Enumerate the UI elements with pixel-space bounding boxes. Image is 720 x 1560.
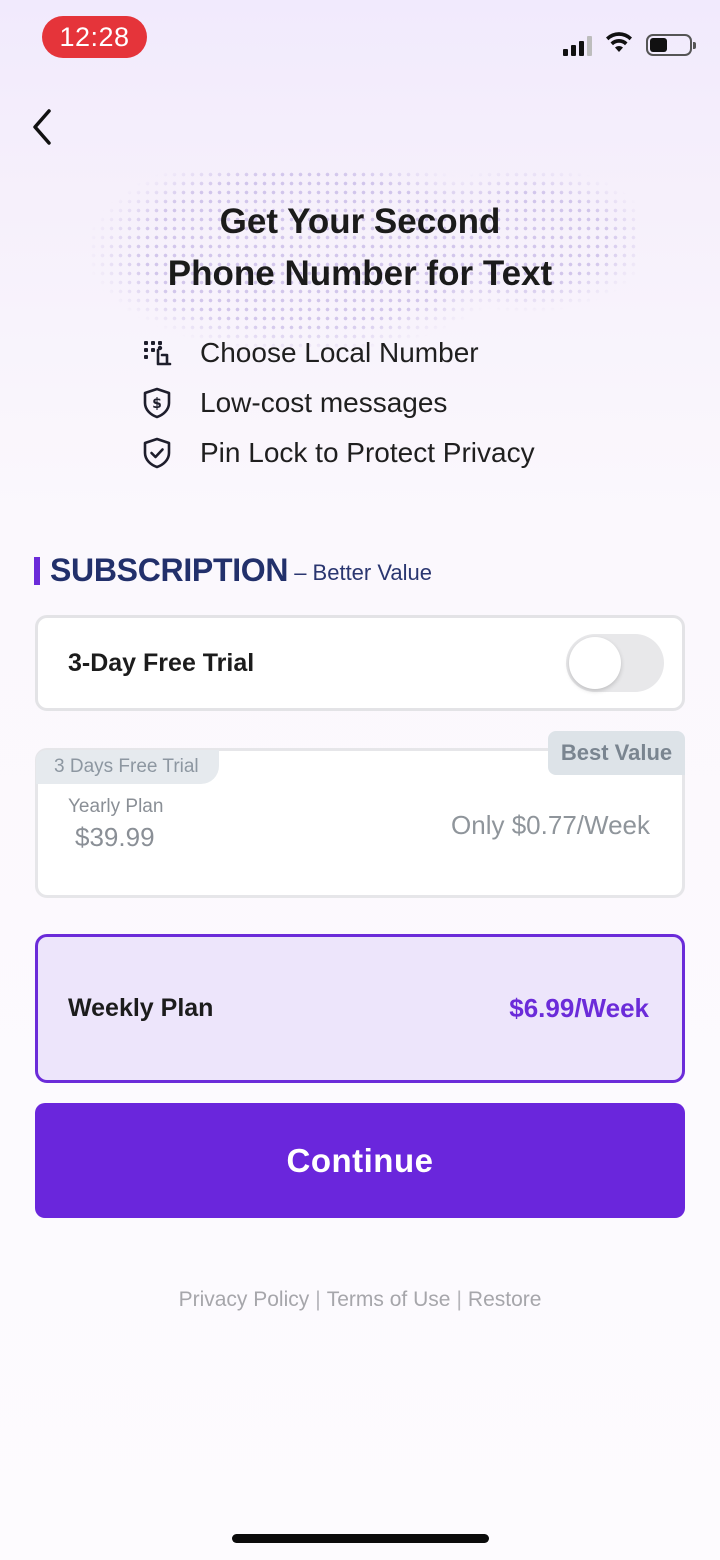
free-trial-toggle[interactable] bbox=[566, 634, 664, 692]
yearly-plan-name: Yearly Plan bbox=[68, 796, 164, 817]
accent-bar bbox=[34, 556, 40, 585]
footer-separator: | bbox=[315, 1288, 321, 1311]
yearly-plan-weekly-price: Only $0.77/Week bbox=[451, 810, 650, 840]
chevron-left-icon bbox=[33, 109, 51, 145]
wifi-icon bbox=[604, 30, 634, 59]
free-trial-tag: 3 Days Free Trial bbox=[36, 750, 219, 784]
footer-links: Privacy Policy | Terms of Use | Restore bbox=[0, 1288, 720, 1312]
subscription-subtitle: – Better Value bbox=[294, 559, 432, 585]
feature-list: Choose Local Number $ Low-cost messages … bbox=[140, 328, 535, 478]
subscription-title: SUBSCRIPTION bbox=[50, 552, 289, 588]
toggle-knob bbox=[569, 637, 621, 689]
weekly-plan-card[interactable]: Weekly Plan $6.99/Week bbox=[35, 934, 685, 1083]
title-line-1: Get Your Second bbox=[219, 202, 501, 241]
shield-check-icon bbox=[140, 436, 174, 470]
dial-pad-icon bbox=[140, 336, 174, 370]
back-button[interactable] bbox=[20, 102, 64, 152]
subscription-heading: SUBSCRIPTION – Better Value bbox=[34, 552, 432, 589]
home-indicator bbox=[232, 1534, 489, 1543]
free-trial-label: 3-Day Free Trial bbox=[68, 648, 255, 677]
terms-of-use-link[interactable]: Terms of Use bbox=[327, 1288, 451, 1311]
free-trial-card: 3-Day Free Trial bbox=[35, 615, 685, 711]
weekly-plan-price: $6.99/Week bbox=[509, 993, 649, 1023]
feature-item: $ Low-cost messages bbox=[140, 378, 535, 428]
status-icons bbox=[563, 30, 696, 59]
yearly-plan-price: $39.99 bbox=[75, 822, 155, 852]
svg-text:$: $ bbox=[152, 396, 162, 412]
footer-separator: | bbox=[456, 1288, 462, 1311]
continue-button[interactable]: Continue bbox=[35, 1103, 685, 1218]
status-time: 12:28 bbox=[42, 16, 147, 58]
feature-label: Low-cost messages bbox=[200, 387, 448, 418]
dollar-shield-icon: $ bbox=[140, 386, 174, 420]
battery-icon bbox=[646, 33, 696, 56]
feature-label: Choose Local Number bbox=[200, 337, 479, 368]
restore-link[interactable]: Restore bbox=[468, 1288, 542, 1311]
signal-icon bbox=[563, 34, 592, 56]
title-line-2: Phone Number for Text bbox=[167, 254, 553, 293]
feature-item: Pin Lock to Protect Privacy bbox=[140, 428, 535, 478]
feature-label: Pin Lock to Protect Privacy bbox=[200, 437, 535, 468]
privacy-policy-link[interactable]: Privacy Policy bbox=[179, 1288, 310, 1311]
page-title: Get Your Second Phone Number for Text bbox=[0, 196, 720, 300]
best-value-badge: Best Value bbox=[548, 731, 685, 775]
feature-item: Choose Local Number bbox=[140, 328, 535, 378]
weekly-plan-name: Weekly Plan bbox=[68, 994, 214, 1022]
